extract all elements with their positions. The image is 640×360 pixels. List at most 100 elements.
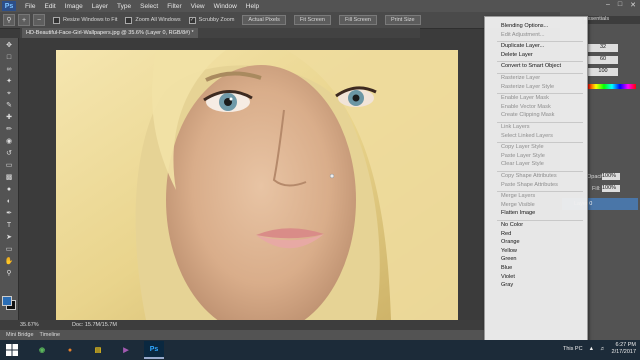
menu-layer[interactable]: Layer	[92, 3, 108, 10]
quick-select-icon[interactable]: ✦	[4, 78, 14, 86]
context-menu-item[interactable]: Flatten Image	[501, 210, 535, 216]
shape-tool-icon[interactable]: ▭	[4, 246, 14, 254]
context-menu-item[interactable]: Green	[501, 256, 517, 262]
opacity-input[interactable]: 100%	[602, 173, 620, 180]
window-controls: – □ ✕	[606, 1, 636, 9]
context-menu-item[interactable]: Duplicate Layer...	[501, 43, 544, 49]
fill-screen-button[interactable]: Fill Screen	[339, 15, 377, 25]
menu-bar: Ps File Edit Image Layer Type Select Fil…	[0, 0, 640, 12]
clock[interactable]: 6:27 PM 2/17/2017	[612, 342, 636, 356]
maximize-icon[interactable]: □	[618, 1, 622, 9]
dodge-tool-icon[interactable]: ◐	[4, 198, 14, 206]
layer-context-menu: Blending Options... Edit Adjustment... Dup…	[484, 16, 588, 344]
close-icon[interactable]: ✕	[630, 1, 636, 9]
zoom-tool-icon[interactable]: ⚲	[4, 270, 14, 278]
context-menu-item[interactable]: Orange	[501, 239, 520, 245]
checkbox-label: Scrubby Zoom	[198, 17, 235, 23]
context-menu-item[interactable]: Convert to Smart Object	[501, 63, 561, 69]
context-menu-item[interactable]: Blending Options...	[501, 23, 548, 29]
menu-file[interactable]: File	[25, 3, 35, 10]
clock-time: 6:27 PM	[615, 342, 636, 348]
context-menu-item: Merge Visible	[501, 201, 535, 208]
context-menu-item[interactable]: Gray	[501, 282, 513, 288]
workspace-switcher[interactable]: Essentials	[582, 16, 640, 24]
fit-screen-button[interactable]: Fit Screen	[293, 15, 331, 25]
menu-separator	[497, 191, 583, 193]
network-icon[interactable]: ▲	[589, 346, 594, 352]
eraser-tool-icon[interactable]: ▭	[4, 162, 14, 170]
menu-select[interactable]: Select	[140, 3, 158, 10]
document-canvas[interactable]	[56, 50, 458, 320]
zoom-tool-icon[interactable]: ⚲	[3, 14, 15, 26]
type-tool-icon[interactable]: T	[4, 222, 14, 230]
clone-stamp-icon[interactable]: ◉	[4, 138, 14, 146]
crop-tool-icon[interactable]: ⌖	[4, 90, 14, 98]
eyedropper-icon[interactable]: ✎	[4, 102, 14, 110]
file-explorer-icon[interactable]: ▤	[88, 342, 108, 358]
context-menu-item: Copy Shape Attributes	[501, 173, 557, 179]
context-menu-item[interactable]: Blue	[501, 265, 512, 271]
print-size-button[interactable]: Print Size	[384, 15, 421, 25]
mini-bridge-tab[interactable]: Mini Bridge	[6, 332, 34, 338]
marquee-tool-icon[interactable]: □	[4, 54, 14, 62]
menu-filter[interactable]: Filter	[167, 3, 181, 10]
color-ramp[interactable]	[588, 84, 636, 89]
zoom-all-checkbox[interactable]: Zoom All Windows	[125, 16, 181, 24]
checkbox-label: Resize Windows to Fit	[63, 17, 118, 23]
menu-type[interactable]: Type	[117, 3, 131, 10]
context-menu-item[interactable]: Yellow	[501, 248, 517, 254]
windows-taskbar: ◉ ● ▤ ▶ Ps	[0, 340, 640, 360]
move-tool-icon[interactable]: ✥	[4, 42, 14, 50]
context-menu-item: Merge Layers	[501, 193, 536, 200]
context-menu-item: Rasterize Layer	[501, 75, 541, 81]
volume-icon[interactable]: ♬	[600, 346, 606, 352]
browser-icon[interactable]: ◉	[32, 342, 52, 358]
value-field[interactable]: 32	[588, 44, 618, 52]
menu-window[interactable]: Window	[214, 3, 237, 10]
start-button[interactable]	[0, 340, 24, 360]
photoshop-taskbar-icon[interactable]: Ps	[144, 341, 164, 359]
gradient-tool-icon[interactable]: ▩	[4, 174, 14, 182]
value-field[interactable]: 100	[588, 68, 618, 76]
firefox-icon[interactable]: ●	[60, 342, 80, 358]
context-menu-item: Clear Layer Style	[501, 161, 544, 168]
menu-separator	[497, 41, 583, 43]
foreground-color-swatch[interactable]	[2, 296, 12, 306]
document-tab[interactable]: HD-Beautiful-Face-Girl-Wallpapers.jpg @ …	[22, 28, 198, 38]
toolbox: ✥ □ ∞ ✦ ⌖ ✎ ✚ ✏ ◉ ↺ ▭ ▩ ● ◐ ✒ T ➤ ▭ ✋ ⚲	[0, 38, 19, 320]
timeline-tab[interactable]: Timeline	[40, 332, 61, 338]
zoom-in-icon[interactable]: +	[18, 14, 30, 26]
photoshop-logo: Ps	[2, 1, 16, 11]
context-menu-item[interactable]: Violet	[501, 274, 515, 280]
path-select-icon[interactable]: ➤	[4, 234, 14, 242]
context-menu-item: Copy Layer Style	[501, 144, 544, 151]
healing-brush-icon[interactable]: ✚	[4, 114, 14, 122]
menu-edit[interactable]: Edit	[44, 3, 55, 10]
media-app-icon[interactable]: ▶	[116, 342, 136, 358]
zoom-out-icon[interactable]: −	[33, 14, 45, 26]
menu-image[interactable]: Image	[65, 3, 83, 10]
context-menu-item: Paste Shape Attributes	[501, 181, 558, 188]
scrubby-zoom-checkbox[interactable]: ✓ Scrubby Zoom	[188, 16, 235, 24]
context-menu-item[interactable]: No Color	[501, 222, 523, 228]
system-tray: This PC ▲ ♬ 6:27 PM 2/17/2017	[563, 342, 636, 356]
this-pc-label[interactable]: This PC	[563, 346, 583, 352]
brush-tool-icon[interactable]: ✏	[4, 126, 14, 134]
value-field[interactable]: 60	[588, 56, 618, 64]
history-brush-icon[interactable]: ↺	[4, 150, 14, 158]
minimize-icon[interactable]: –	[606, 1, 610, 9]
menu-separator	[497, 220, 583, 221]
lasso-tool-icon[interactable]: ∞	[4, 66, 14, 74]
context-menu-item[interactable]: Red	[501, 231, 511, 237]
actual-pixels-button[interactable]: Actual Pixels	[242, 15, 286, 25]
menu-view[interactable]: View	[191, 3, 205, 10]
hand-tool-icon[interactable]: ✋	[4, 258, 14, 266]
fill-input[interactable]: 100%	[602, 185, 620, 192]
clock-date: 2/17/2017	[611, 349, 636, 355]
resize-windows-checkbox[interactable]: Resize Windows to Fit	[53, 16, 118, 24]
context-menu-item[interactable]: Delete Layer	[501, 52, 533, 58]
zoom-level[interactable]: 35.67%	[20, 322, 39, 328]
menu-help[interactable]: Help	[246, 3, 259, 10]
pen-tool-icon[interactable]: ✒	[4, 210, 14, 218]
blur-tool-icon[interactable]: ●	[4, 186, 14, 194]
